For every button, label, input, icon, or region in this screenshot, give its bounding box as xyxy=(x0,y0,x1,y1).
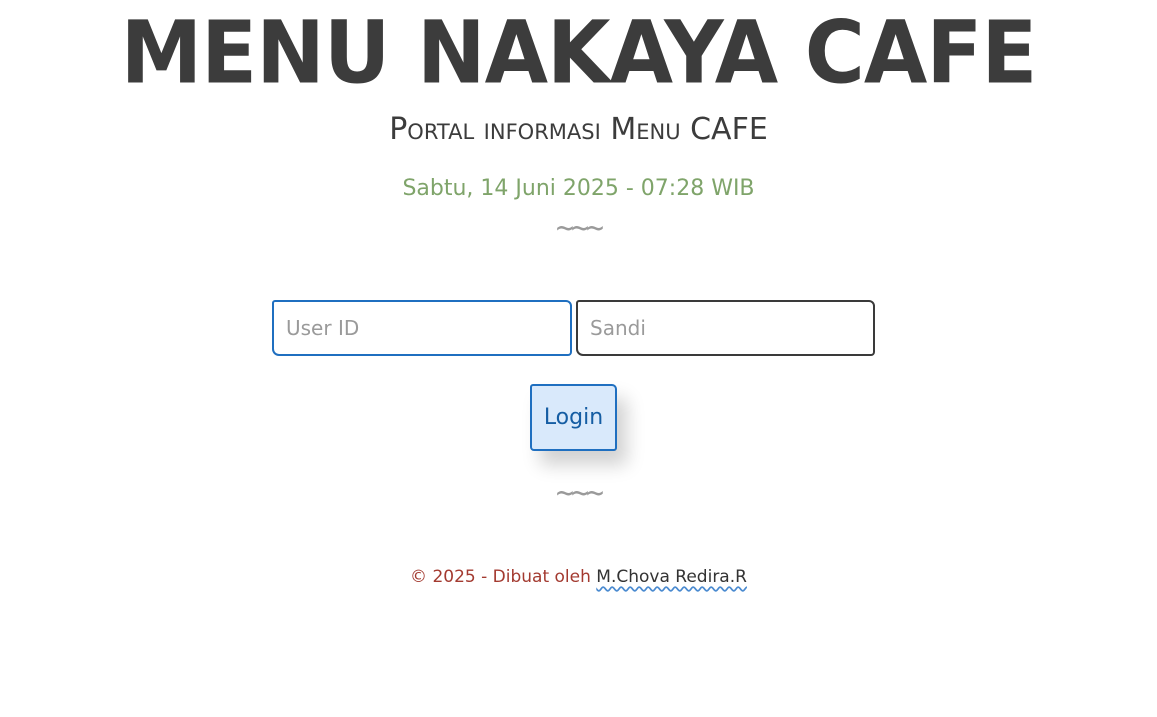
bottom-divider: ~~~ xyxy=(555,476,604,511)
footer: © 2025 - Dibuat oleh M.Chova Redira.R xyxy=(0,564,1157,590)
page-subtitle: Portal informasi Menu CAFE xyxy=(389,112,768,147)
user-id-input[interactable] xyxy=(272,300,572,356)
password-input[interactable] xyxy=(576,300,875,356)
top-divider: ~~~ xyxy=(555,211,604,246)
page-title: MENU NAKAYA CAFE xyxy=(120,3,1038,104)
current-datetime: Sabtu, 14 Juni 2025 - 07:28 WIB xyxy=(402,176,755,201)
login-page: MENU NAKAYA CAFE Portal informasi Menu C… xyxy=(0,0,1157,717)
copyright-text: © 2025 - Dibuat oleh xyxy=(410,567,591,587)
login-button[interactable]: Login xyxy=(530,384,617,451)
author-link[interactable]: M.Chova Redira.R xyxy=(596,567,747,587)
